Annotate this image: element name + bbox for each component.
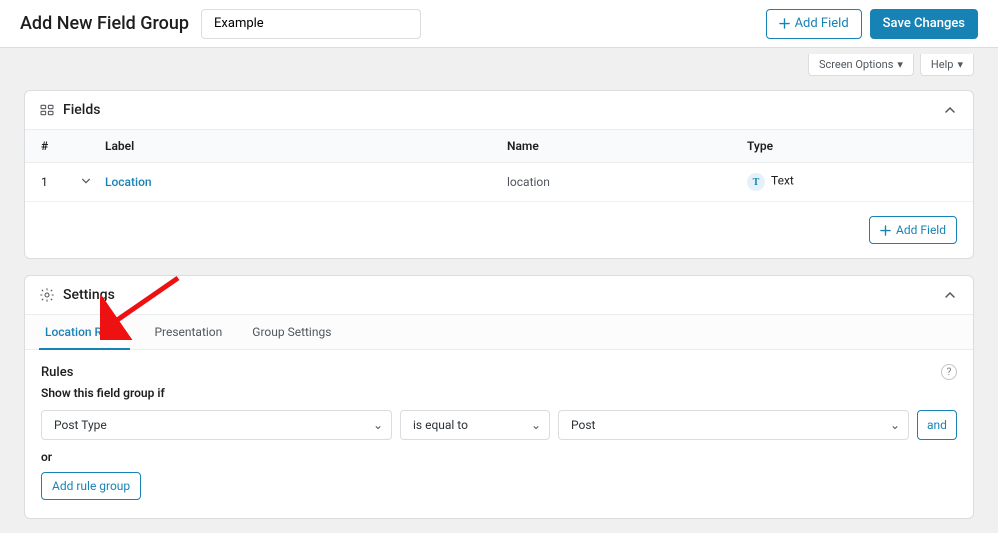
group-title-input[interactable] xyxy=(201,9,421,39)
add-rule-group-label: Add rule group xyxy=(52,479,130,493)
rule-param-value: Post Type xyxy=(54,418,107,432)
row-name: location xyxy=(507,175,747,189)
add-field-button[interactable]: Add Field xyxy=(766,9,862,39)
settings-panel-title: Settings xyxy=(63,287,115,303)
settings-tabs: Location Rules Presentation Group Settin… xyxy=(25,314,973,350)
rule-param-select[interactable]: Post Type ⌄ xyxy=(41,410,392,440)
help-icon[interactable]: ? xyxy=(941,364,957,380)
save-changes-button[interactable]: Save Changes xyxy=(870,9,978,39)
table-row[interactable]: 1 Location location T Text xyxy=(25,163,973,202)
type-text: Text xyxy=(771,174,794,188)
caret-down-icon: ▾ xyxy=(957,58,963,71)
fields-footer: Add Field xyxy=(25,202,973,258)
meta-row: Screen Options ▾ Help ▾ xyxy=(0,48,998,76)
row-type: T Text xyxy=(747,173,957,191)
fields-panel-head: Fields xyxy=(25,91,973,129)
chevron-up-icon xyxy=(944,104,956,116)
row-label: Location xyxy=(105,175,507,189)
type-icon: T xyxy=(747,173,765,191)
fields-icon xyxy=(39,102,55,118)
and-button[interactable]: and xyxy=(917,410,957,440)
chevron-down-icon: ⌄ xyxy=(373,418,383,432)
tab-group-settings[interactable]: Group Settings xyxy=(246,315,337,349)
collapse-toggle-2[interactable] xyxy=(941,286,959,304)
col-num: # xyxy=(41,139,81,153)
rule-value-select[interactable]: Post ⌄ xyxy=(558,410,909,440)
fields-table-header: # Label Name Type xyxy=(25,129,973,163)
col-label: Label xyxy=(105,139,507,153)
chevron-down-icon xyxy=(81,176,91,186)
col-name: Name xyxy=(507,139,747,153)
top-actions: Add Field Save Changes xyxy=(766,9,978,39)
rule-row: Post Type ⌄ is equal to ⌄ Post ⌄ and xyxy=(41,410,957,440)
tab-presentation[interactable]: Presentation xyxy=(148,315,228,349)
top-bar: Add New Field Group Add Field Save Chang… xyxy=(0,0,998,48)
chevron-down-icon: ⌄ xyxy=(531,418,541,432)
screen-options-label: Screen Options xyxy=(819,58,893,71)
rules-heading: Rules xyxy=(41,365,73,380)
tab-location-rules[interactable]: Location Rules xyxy=(39,315,130,349)
col-chev xyxy=(81,139,105,153)
caret-down-icon: ▾ xyxy=(897,58,903,71)
rule-operator-select[interactable]: is equal to ⌄ xyxy=(400,410,550,440)
chevron-up-icon xyxy=(944,289,956,301)
plus-icon xyxy=(880,225,891,236)
plus-icon xyxy=(779,18,790,29)
col-type: Type xyxy=(747,139,957,153)
fields-panel-title: Fields xyxy=(63,102,100,118)
settings-panel-head: Settings xyxy=(25,276,973,314)
add-rule-group-button[interactable]: Add rule group xyxy=(41,472,141,500)
fields-panel: Fields # Label Name Type 1 Location loca… xyxy=(24,90,974,259)
page-title: Add New Field Group xyxy=(20,13,189,34)
help-label: Help xyxy=(931,58,954,71)
settings-body: Rules ? Show this field group if Post Ty… xyxy=(25,350,973,518)
content: Fields # Label Name Type 1 Location loca… xyxy=(0,76,998,533)
row-num: 1 xyxy=(41,175,81,189)
screen-options-button[interactable]: Screen Options ▾ xyxy=(808,54,914,76)
or-text: or xyxy=(41,450,957,464)
add-field-label-2: Add Field xyxy=(896,223,946,237)
expand-row[interactable] xyxy=(81,175,105,189)
settings-panel: Settings Location Rules Presentation Gro… xyxy=(24,275,974,519)
rule-value-value: Post xyxy=(571,418,595,432)
add-field-button-2[interactable]: Add Field xyxy=(869,216,957,244)
add-field-label: Add Field xyxy=(795,16,849,31)
collapse-toggle[interactable] xyxy=(941,101,959,119)
gear-icon xyxy=(39,287,55,303)
rules-subheading: Show this field group if xyxy=(41,386,957,400)
help-button[interactable]: Help ▾ xyxy=(920,54,974,76)
field-label-link[interactable]: Location xyxy=(105,175,152,189)
save-changes-label: Save Changes xyxy=(883,16,965,31)
chevron-down-icon: ⌄ xyxy=(890,418,900,432)
rule-operator-value: is equal to xyxy=(413,418,468,432)
